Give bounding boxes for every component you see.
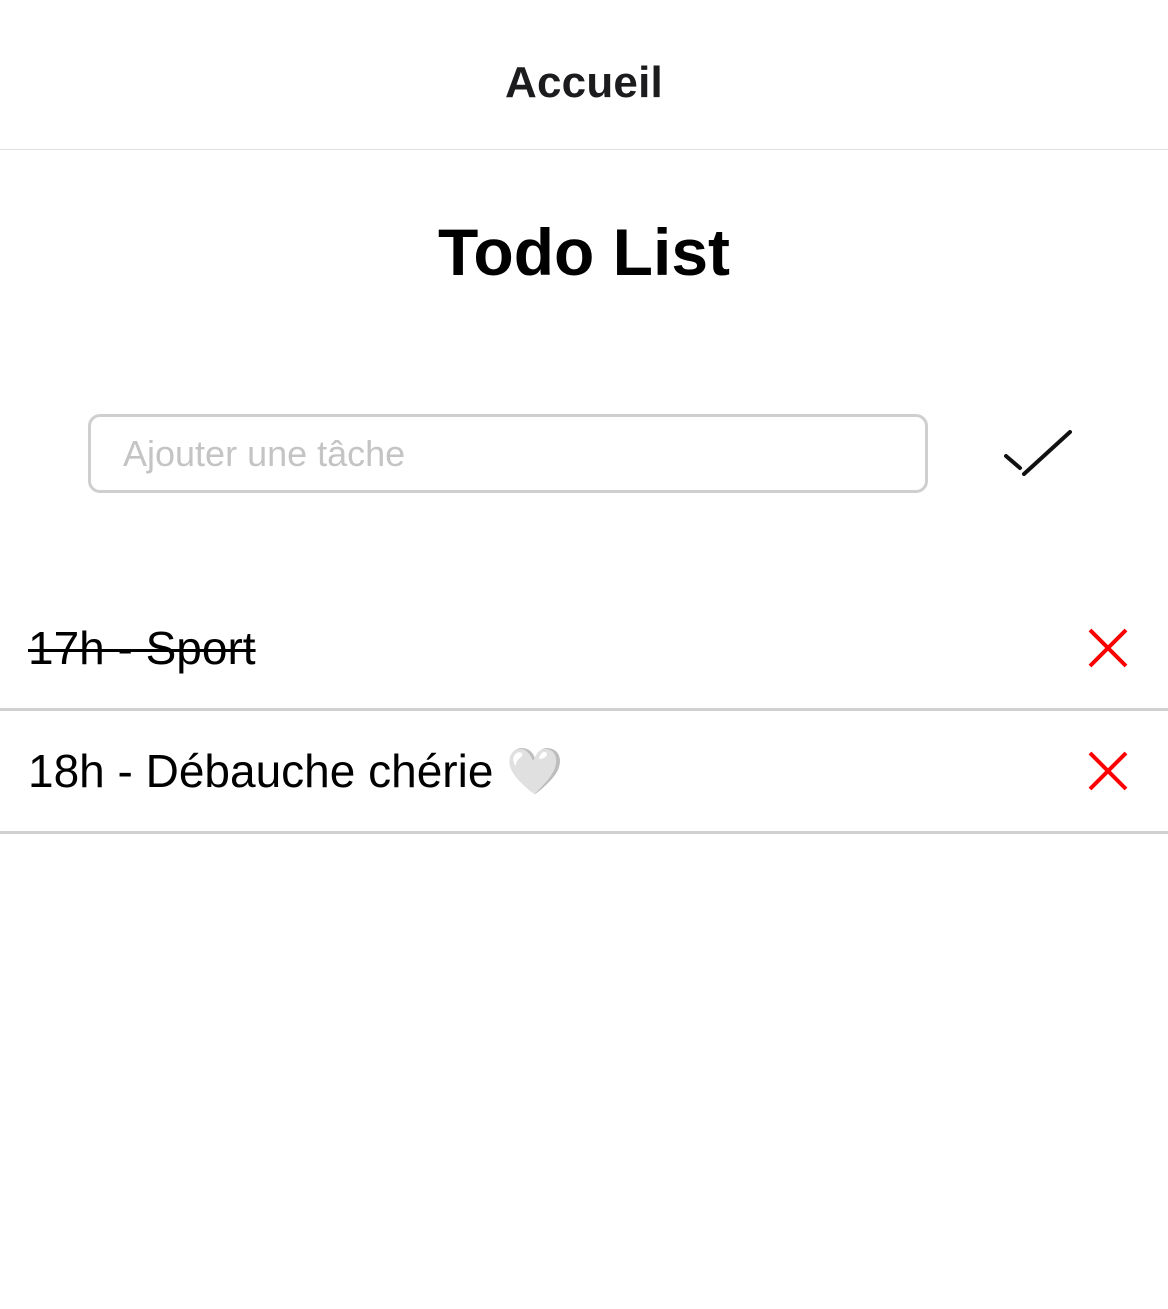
add-task-button[interactable] xyxy=(988,418,1084,490)
page-title: Todo List xyxy=(437,215,731,289)
close-icon xyxy=(1088,628,1128,668)
checkmark-icon xyxy=(1004,430,1072,476)
todo-app-screen: Accueil Todo List 17h - Sport 18h - Déba… xyxy=(0,0,1168,1309)
todo-item-label: 17h - Sport xyxy=(28,622,256,674)
delete-todo-button[interactable] xyxy=(1080,620,1136,676)
todo-item[interactable]: 18h - Débauche chérie 🤍 xyxy=(0,711,1168,834)
todo-item-label: 18h - Débauche chérie 🤍 xyxy=(28,745,564,797)
add-task-input[interactable] xyxy=(88,414,928,493)
todo-item[interactable]: 17h - Sport xyxy=(0,588,1168,711)
delete-todo-button[interactable] xyxy=(1080,743,1136,799)
nav-title: Accueil xyxy=(505,57,663,107)
close-icon xyxy=(1088,751,1128,791)
navigation-bar: Accueil xyxy=(0,0,1168,150)
todo-list: 17h - Sport 18h - Débauche chérie 🤍 xyxy=(0,588,1168,834)
